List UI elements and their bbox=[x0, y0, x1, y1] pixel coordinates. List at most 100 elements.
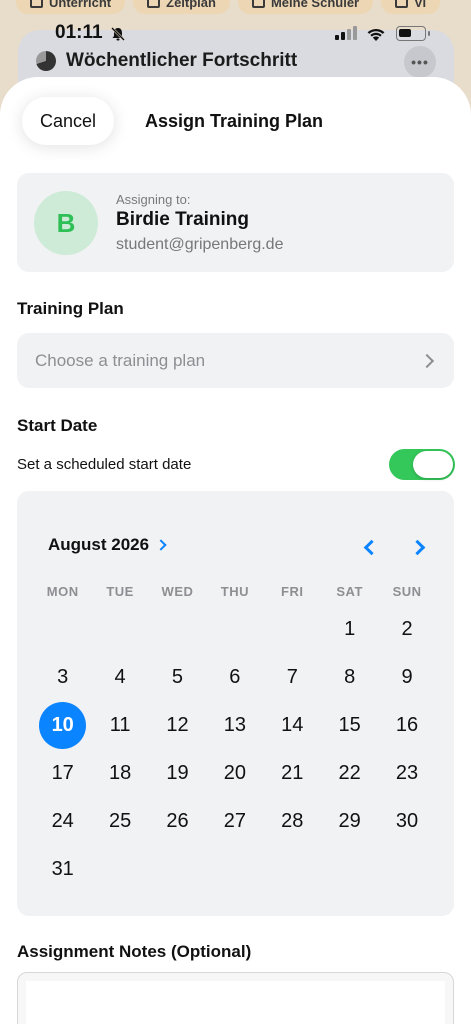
calendar-day-number: 19 bbox=[166, 761, 189, 784]
calendar-day[interactable]: 28 bbox=[264, 797, 321, 845]
calendar-day[interactable]: 22 bbox=[321, 749, 378, 797]
scheduled-start-label: Set a scheduled start date bbox=[17, 456, 192, 473]
calendar-day[interactable]: 16 bbox=[378, 701, 435, 749]
weekday-label: WED bbox=[161, 584, 194, 599]
calendar-day-number: 30 bbox=[395, 809, 419, 832]
calendar-day[interactable]: 8 bbox=[321, 653, 378, 701]
calendar-day-number: 21 bbox=[281, 761, 304, 784]
video-icon bbox=[395, 0, 409, 8]
calendar-day[interactable]: 24 bbox=[34, 797, 91, 845]
calendar-day-number: 20 bbox=[223, 761, 246, 784]
calendar-day-number: 24 bbox=[51, 809, 74, 832]
previous-month-button[interactable] bbox=[357, 535, 381, 559]
calendar-day[interactable]: 23 bbox=[378, 749, 435, 797]
weekday-label: FRI bbox=[281, 584, 304, 599]
month-year-selector[interactable]: August 2026 bbox=[48, 535, 167, 555]
calendar-day-number: 27 bbox=[223, 809, 246, 832]
assignment-notes-input[interactable] bbox=[17, 972, 454, 1024]
calendar-day[interactable]: 14 bbox=[264, 701, 321, 749]
calendar-day-number: 3 bbox=[57, 665, 69, 688]
calendar-day[interactable]: 15 bbox=[321, 701, 378, 749]
calendar-day-selected[interactable]: 10 bbox=[34, 701, 91, 749]
calendar-day-number: 31 bbox=[51, 857, 74, 880]
calendar-day[interactable]: 2 bbox=[378, 605, 435, 653]
bg-tab-label: Unterricht bbox=[49, 0, 112, 10]
calendar-day[interactable]: 7 bbox=[264, 653, 321, 701]
chevron-right-icon bbox=[409, 539, 425, 555]
calendar-day[interactable]: 18 bbox=[91, 749, 148, 797]
calendar-day-number: 16 bbox=[395, 713, 419, 736]
calendar-day[interactable]: 11 bbox=[91, 701, 148, 749]
scheduled-start-toggle[interactable] bbox=[389, 449, 455, 480]
calendar-day-number: 29 bbox=[338, 809, 361, 832]
battery-icon bbox=[396, 26, 430, 41]
calendar-day-number: 12 bbox=[166, 713, 189, 736]
bg-tab-unterricht: Unterricht bbox=[16, 0, 126, 14]
bg-tab-label: Meine Schüler bbox=[270, 0, 360, 10]
bg-tab-zeitplan: Zeitplan bbox=[133, 0, 230, 14]
assignee-card: B Assigning to: Birdie Training student@… bbox=[17, 173, 454, 272]
cancel-button[interactable]: Cancel bbox=[22, 97, 114, 145]
avatar: B bbox=[34, 191, 98, 255]
weekday-label: TUE bbox=[106, 584, 134, 599]
book-icon bbox=[30, 0, 43, 8]
bg-tab-video: Vi bbox=[381, 0, 441, 14]
chevron-right-icon bbox=[419, 353, 435, 368]
calendar-day-number: 5 bbox=[171, 665, 184, 688]
wifi-icon bbox=[367, 29, 385, 41]
calendar-day-number: 14 bbox=[281, 713, 304, 736]
calendar-day[interactable]: 30 bbox=[378, 797, 435, 845]
calendar-day[interactable]: 27 bbox=[206, 797, 263, 845]
calendar-day-number: 6 bbox=[229, 665, 241, 688]
background-card-title: Wöchentlicher Fortschritt bbox=[36, 50, 297, 72]
date-picker-calendar: August 2026 MON TUE WED THU FRI SAT SUN … bbox=[17, 491, 454, 916]
sheet-title: Assign Training Plan bbox=[145, 111, 324, 131]
calendar-day[interactable]: 21 bbox=[264, 749, 321, 797]
calendar-day[interactable]: 6 bbox=[206, 653, 263, 701]
calendar-days-grid: 1 2 3 4 5 6 7 8 9 10 11 12 13 14 15 16 17 18 19 20 21 22 23 24 2… bbox=[34, 605, 436, 893]
weekday-header: MON TUE WED THU FRI SAT SUN bbox=[34, 584, 436, 599]
calendar-day[interactable]: 20 bbox=[206, 749, 263, 797]
calendar-day-number: 4 bbox=[114, 665, 126, 688]
calendar-day-number: 25 bbox=[108, 809, 132, 832]
calendar-day-number: 17 bbox=[51, 761, 74, 784]
calendar-icon bbox=[147, 0, 161, 8]
calendar-day-number: 2 bbox=[401, 617, 413, 640]
calendar-day-number: 1 bbox=[344, 617, 356, 640]
calendar-day[interactable]: 3 bbox=[34, 653, 91, 701]
calendar-day-number: 10 bbox=[39, 701, 87, 749]
calendar-day[interactable]: 19 bbox=[149, 749, 206, 797]
bg-tab-label: Vi bbox=[414, 0, 427, 10]
weekday-label: MON bbox=[46, 584, 79, 599]
calendar-day[interactable]: 13 bbox=[206, 701, 263, 749]
calendar-day[interactable]: 5 bbox=[149, 653, 206, 701]
calendar-day[interactable]: 9 bbox=[378, 653, 435, 701]
background-tab-bar: Unterricht Zeitplan Meine Schüler Vi bbox=[0, 0, 471, 14]
status-bar: 01:11 bbox=[0, 22, 471, 48]
calendar-day-number: 26 bbox=[166, 809, 189, 832]
calendar-day-number: 8 bbox=[344, 665, 356, 688]
people-icon bbox=[251, 0, 265, 8]
calendar-day[interactable]: 4 bbox=[91, 653, 148, 701]
calendar-day-number: 28 bbox=[281, 809, 304, 832]
calendar-day[interactable]: 1 bbox=[321, 605, 378, 653]
calendar-day[interactable]: 12 bbox=[149, 701, 206, 749]
training-plan-picker[interactable]: Choose a training plan bbox=[17, 333, 454, 388]
calendar-day[interactable]: 25 bbox=[91, 797, 148, 845]
bg-card-title-text: Wöchentlicher Fortschritt bbox=[66, 50, 298, 71]
chevron-right-icon bbox=[155, 539, 167, 551]
calendar-day[interactable]: 31 bbox=[34, 845, 91, 893]
assign-plan-sheet: Cancel Assign Training Plan B Assigning … bbox=[0, 77, 471, 1024]
calendar-day-number: 7 bbox=[286, 665, 298, 688]
chevron-left-icon bbox=[363, 539, 379, 555]
next-month-button[interactable] bbox=[407, 535, 431, 559]
calendar-day[interactable]: 29 bbox=[321, 797, 378, 845]
calendar-day-number: 11 bbox=[109, 713, 131, 736]
status-time: 01:11 bbox=[55, 22, 103, 43]
calendar-day[interactable]: 26 bbox=[149, 797, 206, 845]
calendar-day-number: 22 bbox=[338, 761, 361, 784]
bg-tab-label: Zeitplan bbox=[166, 0, 216, 10]
bell-muted-icon bbox=[111, 27, 125, 41]
calendar-day[interactable]: 17 bbox=[34, 749, 91, 797]
weekday-label: SAT bbox=[336, 584, 363, 599]
